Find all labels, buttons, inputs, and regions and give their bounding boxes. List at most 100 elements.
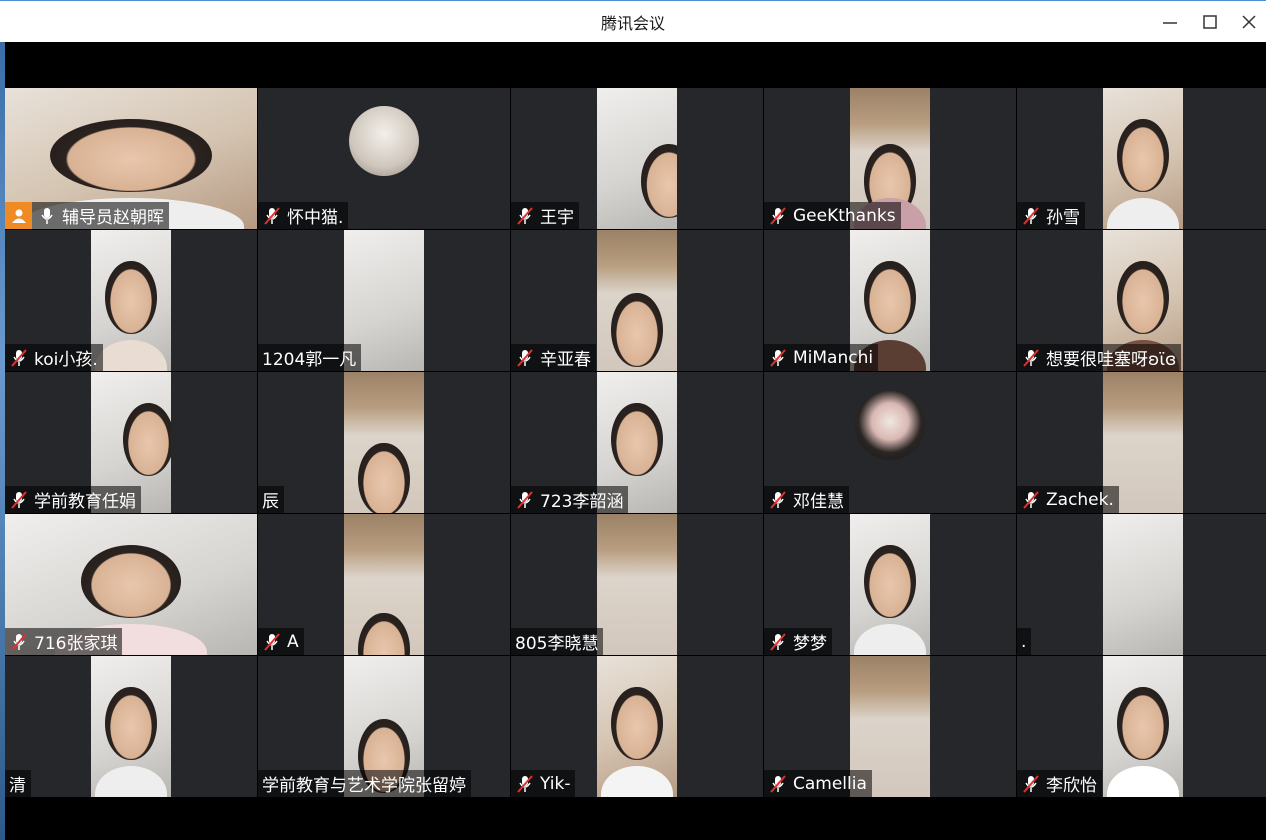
participant-name: 李欣怡 — [1046, 776, 1097, 796]
participant-label: 李欣怡 — [1017, 770, 1102, 797]
participant-avatar — [349, 106, 419, 176]
participant-label: 辰 — [258, 486, 284, 513]
participant-label: A — [258, 628, 304, 655]
participant-tile[interactable]: Camellia — [764, 656, 1016, 797]
participant-tile[interactable]: 辰 — [258, 372, 510, 513]
participant-name: GeeKthanks — [793, 205, 896, 226]
participant-name: Yik- — [540, 773, 571, 794]
mic-muted-icon — [767, 486, 789, 513]
participant-label: Yik- — [511, 770, 576, 797]
participant-label: GeeKthanks — [764, 202, 901, 229]
participant-tile[interactable]: 学前教育与艺术学院张留婷 — [258, 656, 510, 797]
mic-muted-icon — [1020, 344, 1042, 371]
participant-tile[interactable]: MiManchi — [764, 230, 1016, 371]
participant-video — [597, 514, 677, 655]
participant-name: koi小孩. — [34, 350, 98, 370]
participant-label: 怀中猫. — [258, 202, 349, 229]
participant-label: MiManchi — [764, 344, 879, 371]
video-grid: 辅导员赵朝晖 怀中猫. 王宇 GeeKthanks 孙雪 koi小孩. 1204… — [5, 88, 1266, 800]
participant-tile[interactable]: 梦梦 — [764, 514, 1016, 655]
mic-muted-icon — [514, 344, 536, 371]
participant-tile[interactable]: 辅导员赵朝晖 — [5, 88, 257, 229]
participant-video — [850, 514, 930, 655]
participant-video — [344, 372, 424, 513]
mic-muted-icon — [514, 770, 536, 797]
participant-name: 学前教育与艺术学院张留婷 — [262, 776, 466, 796]
participant-video — [91, 656, 171, 797]
participant-label: 想要很哇塞呀ʚϊɞ — [1017, 344, 1182, 371]
participant-name: 想要很哇塞呀ʚϊɞ — [1046, 350, 1177, 370]
participant-tile[interactable]: . — [1017, 514, 1266, 655]
participant-label: 716张家琪 — [5, 628, 123, 655]
participant-tile[interactable]: 723李韶涵 — [511, 372, 763, 513]
mic-muted-icon — [8, 628, 30, 655]
participant-video — [597, 656, 677, 797]
participant-video — [91, 230, 171, 371]
microphone-icon — [36, 202, 58, 229]
participant-label: koi小孩. — [5, 344, 103, 371]
mic-muted-icon — [1020, 486, 1042, 513]
participant-name: 辅导员赵朝晖 — [62, 208, 164, 228]
participant-tile[interactable]: koi小孩. — [5, 230, 257, 371]
participant-tile[interactable]: 怀中猫. — [258, 88, 510, 229]
maximize-button[interactable] — [1193, 7, 1227, 37]
mic-muted-icon — [8, 486, 30, 513]
participant-tile[interactable]: 1204郭一凡 — [258, 230, 510, 371]
mic-muted-icon — [261, 202, 283, 229]
participant-name: 1204郭一凡 — [262, 350, 357, 370]
mic-muted-icon — [514, 486, 536, 513]
participant-name: 王宇 — [540, 208, 574, 228]
participant-name: 邓佳慧 — [793, 492, 844, 512]
participant-name: 怀中猫. — [287, 208, 344, 228]
participant-name: 学前教育任娟 — [34, 492, 136, 512]
participant-tile[interactable]: 邓佳慧 — [764, 372, 1016, 513]
participant-name: A — [287, 631, 299, 652]
mic-muted-icon — [514, 202, 536, 229]
window-title: 腾讯会议 — [600, 14, 665, 33]
participant-tile[interactable]: 716张家琪 — [5, 514, 257, 655]
participant-video — [1103, 514, 1183, 655]
participant-label: 学前教育任娟 — [5, 486, 141, 513]
participant-label: 梦梦 — [764, 628, 832, 655]
minimize-button[interactable] — [1153, 7, 1187, 37]
participant-video — [1103, 656, 1183, 797]
participant-video — [1103, 88, 1183, 229]
participant-name: 辛亚春 — [540, 350, 591, 370]
participant-name: Zachek. — [1046, 489, 1114, 510]
participant-tile[interactable]: Zachek. — [1017, 372, 1266, 513]
participant-name: 723李韶涵 — [540, 492, 624, 512]
participant-label: 清 — [5, 770, 31, 797]
participant-name: 辰 — [262, 492, 279, 512]
mic-muted-icon — [8, 344, 30, 371]
participant-label: 孙雪 — [1017, 202, 1085, 229]
close-button[interactable] — [1232, 7, 1266, 37]
participant-label: Camellia — [764, 770, 872, 797]
participant-name: Camellia — [793, 773, 867, 794]
participant-label: 1204郭一凡 — [258, 344, 362, 371]
participant-tile[interactable]: 辛亚春 — [511, 230, 763, 371]
mic-muted-icon — [1020, 770, 1042, 797]
participant-tile[interactable]: 李欣怡 — [1017, 656, 1266, 797]
participant-tile[interactable]: 学前教育任娟 — [5, 372, 257, 513]
participant-label: 辅导员赵朝晖 — [5, 202, 169, 229]
participant-tile[interactable]: 805李晓慧 — [511, 514, 763, 655]
participant-tile[interactable]: GeeKthanks — [764, 88, 1016, 229]
participant-tile[interactable]: 清 — [5, 656, 257, 797]
participant-label: 723李韶涵 — [511, 486, 629, 513]
participant-name: 梦梦 — [793, 634, 827, 654]
participant-tile[interactable]: A — [258, 514, 510, 655]
participant-tile[interactable]: 想要很哇塞呀ʚϊɞ — [1017, 230, 1266, 371]
participant-tile[interactable]: 孙雪 — [1017, 88, 1266, 229]
participant-label: 805李晓慧 — [511, 628, 604, 655]
participant-label: . — [1017, 628, 1032, 655]
minimize-icon — [1163, 22, 1177, 24]
participant-video — [597, 230, 677, 371]
participant-label: 邓佳慧 — [764, 486, 849, 513]
participant-name: 清 — [9, 776, 26, 796]
participant-name: MiManchi — [793, 347, 874, 368]
mic-muted-icon — [767, 202, 789, 229]
mic-muted-icon — [767, 628, 789, 655]
participant-tile[interactable]: 王宇 — [511, 88, 763, 229]
participant-tile[interactable]: Yik- — [511, 656, 763, 797]
title-bar: 腾讯会议 — [0, 0, 1266, 42]
